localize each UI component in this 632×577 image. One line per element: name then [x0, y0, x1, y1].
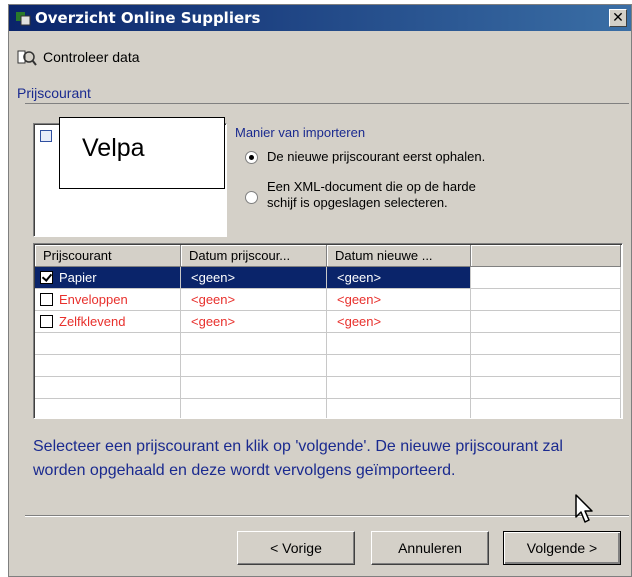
button-separator — [25, 515, 629, 517]
check-data-icon — [17, 50, 37, 66]
table-row[interactable]: Enveloppen <geen> <geen> — [35, 289, 621, 311]
row-checkbox[interactable] — [40, 271, 53, 284]
table-row-empty — [35, 399, 621, 418]
row-current-date: <geen> — [181, 289, 327, 311]
supplier-icon — [40, 130, 52, 142]
row-name: Enveloppen — [59, 292, 128, 307]
column-header-current-date[interactable]: Datum prijscour... — [181, 245, 327, 267]
pricelist-table[interactable]: Prijscourant Datum prijscour... Datum ni… — [33, 243, 623, 419]
radio-fetch-new[interactable] — [245, 151, 258, 164]
title-bar[interactable]: Overzicht Online Suppliers ✕ — [9, 5, 631, 31]
check-data-label: Controleer data — [43, 49, 140, 65]
table-row-empty — [35, 355, 621, 377]
table-row[interactable]: Zelfklevend <geen> <geen> — [35, 311, 621, 333]
next-button[interactable]: Volgende > — [503, 531, 621, 565]
pricelist-group-label: Prijscourant — [17, 85, 95, 101]
radio-select-xml-label: Een XML-document die op de harde schijf … — [267, 179, 476, 210]
supplier-name: Velpa — [82, 134, 145, 162]
help-text: Selecteer een prijscourant en klik op 'v… — [33, 438, 563, 479]
table-row[interactable]: Papier <geen> <geen> — [35, 267, 621, 289]
radio-fetch-new-label: De nieuwe prijscourant eerst ophalen. — [267, 149, 486, 164]
column-header-empty — [471, 245, 621, 267]
column-header-pricelist[interactable]: Prijscourant — [35, 245, 181, 267]
close-button[interactable]: ✕ — [609, 9, 627, 27]
dialog-window: Overzicht Online Suppliers ✕ Controleer … — [8, 4, 632, 577]
radio-select-xml[interactable] — [245, 191, 258, 204]
row-current-date: <geen> — [181, 311, 327, 333]
import-method-label: Manier van importeren — [235, 125, 366, 140]
table-row-empty — [35, 377, 621, 399]
cancel-button[interactable]: Annuleren — [371, 531, 489, 565]
row-new-date: <geen> — [327, 311, 471, 333]
row-checkbox[interactable] — [40, 315, 53, 328]
supplier-name-overlay: Velpa — [59, 117, 225, 189]
row-new-date: <geen> — [327, 267, 471, 289]
table-row-empty — [35, 333, 621, 355]
row-checkbox[interactable] — [40, 293, 53, 306]
row-current-date: <geen> — [181, 267, 327, 289]
window-title: Overzicht Online Suppliers — [35, 9, 261, 27]
column-header-new-date[interactable]: Datum nieuwe ... — [327, 245, 471, 267]
row-name: Zelfklevend — [59, 314, 126, 329]
row-new-date: <geen> — [327, 289, 471, 311]
app-icon — [16, 12, 31, 26]
mouse-cursor-icon — [575, 494, 593, 523]
previous-button[interactable]: < Vorige — [237, 531, 355, 565]
table-header: Prijscourant Datum prijscour... Datum ni… — [35, 245, 621, 267]
